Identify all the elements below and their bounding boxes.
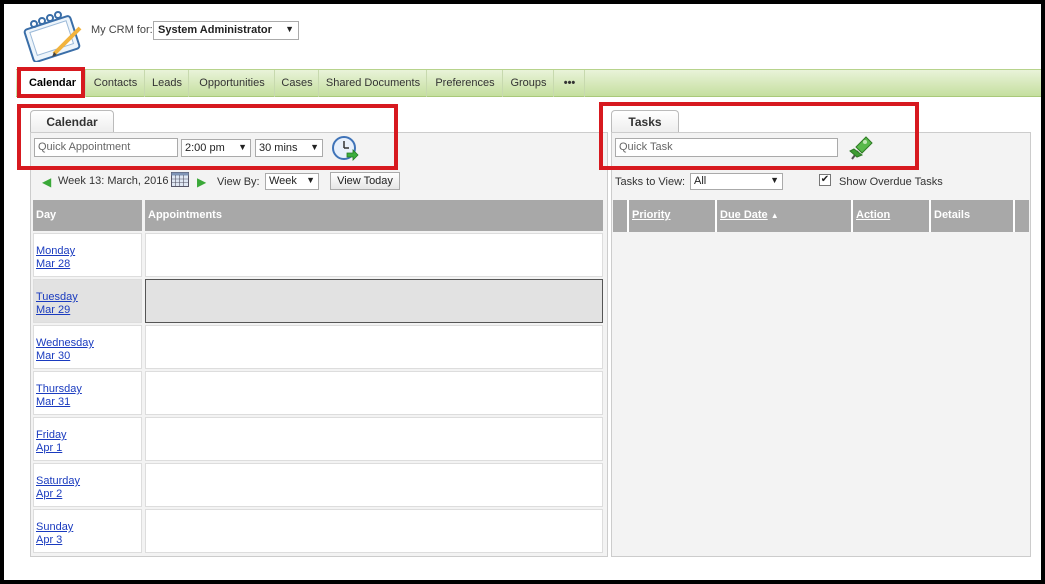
priority-sort-link[interactable]: Priority (632, 209, 671, 221)
appointments-cell[interactable] (145, 325, 603, 369)
appointments-cell[interactable] (145, 417, 603, 461)
day-links: Tuesday Mar 29 (36, 291, 78, 317)
day-date-link[interactable]: Mar 31 (36, 396, 82, 409)
day-name-link[interactable]: Friday (36, 429, 67, 442)
day-links: Monday Mar 28 (36, 245, 75, 271)
crm-for-label: My CRM for: (91, 24, 153, 36)
calendar-day-cell: Monday Mar 28 (33, 233, 142, 277)
tab-opportunities[interactable]: Opportunities (190, 70, 275, 97)
due-date-sort-link[interactable]: Due Date (720, 209, 768, 221)
highlight-calendar-quick-add (17, 104, 398, 170)
appointments-cell[interactable] (145, 279, 603, 323)
next-week-icon[interactable]: ▶ (197, 175, 206, 189)
main-nav: Calendar Contacts Leads Opportunities Ca… (16, 69, 1041, 97)
column-header-appointments: Appointments (145, 200, 603, 231)
day-links: Wednesday Mar 30 (36, 337, 94, 363)
calendar-grid-icon[interactable] (171, 172, 189, 187)
tab-leads[interactable]: Leads (146, 70, 189, 97)
tasks-to-view-label: Tasks to View: (615, 176, 686, 188)
tab-contacts[interactable]: Contacts (87, 70, 145, 97)
appointments-cell[interactable] (145, 371, 603, 415)
chevron-down-icon: ▼ (306, 175, 315, 185)
day-links: Friday Apr 1 (36, 429, 67, 455)
column-header-select (613, 200, 629, 232)
view-by-value: Week (269, 175, 297, 187)
show-overdue-label: Show Overdue Tasks (839, 176, 943, 188)
column-header-details: Details (931, 200, 1015, 232)
day-name-link[interactable]: Wednesday (36, 337, 94, 350)
column-header-action[interactable]: Action (853, 200, 931, 232)
day-name-link[interactable]: Saturday (36, 475, 80, 488)
tab-shared-documents[interactable]: Shared Documents (320, 70, 427, 97)
calendar-day-cell: Thursday Mar 31 (33, 371, 142, 415)
chevron-down-icon: ▼ (285, 24, 294, 34)
appointments-cell[interactable] (145, 233, 603, 277)
user-select[interactable]: System Administrator ▼ (153, 21, 299, 40)
day-date-link[interactable]: Apr 2 (36, 488, 80, 501)
day-date-link[interactable]: Mar 28 (36, 258, 75, 271)
day-date-link[interactable]: Apr 1 (36, 442, 67, 455)
calendar-day-cell: Tuesday Mar 29 (33, 279, 142, 323)
day-name-link[interactable]: Tuesday (36, 291, 78, 304)
appointments-cell[interactable] (145, 463, 603, 507)
crm-window: My CRM for: System Administrator ▼ Calen… (4, 4, 1041, 580)
day-name-link[interactable]: Monday (36, 245, 75, 258)
user-select-value: System Administrator (158, 24, 272, 36)
day-links: Sunday Apr 3 (36, 521, 73, 547)
chevron-down-icon: ▼ (770, 175, 779, 185)
view-by-select[interactable]: Week ▼ (265, 173, 319, 190)
appointments-cell[interactable] (145, 509, 603, 553)
tab-preferences[interactable]: Preferences (428, 70, 503, 97)
view-today-button[interactable]: View Today (330, 172, 400, 190)
day-date-link[interactable]: Apr 3 (36, 534, 73, 547)
day-links: Thursday Mar 31 (36, 383, 82, 409)
calendar-day-cell: Sunday Apr 3 (33, 509, 142, 553)
column-header-due-date[interactable]: Due Date ▲ (717, 200, 853, 232)
tab-groups[interactable]: Groups (504, 70, 554, 97)
view-by-label: View By: (217, 176, 260, 188)
show-overdue-checkbox[interactable]: ✔ (819, 174, 831, 186)
day-date-link[interactable]: Mar 29 (36, 304, 78, 317)
day-name-link[interactable]: Sunday (36, 521, 73, 534)
day-links: Saturday Apr 2 (36, 475, 80, 501)
day-name-link[interactable]: Thursday (36, 383, 82, 396)
tasks-panel (611, 132, 1031, 557)
crm-notebook-logo (20, 10, 92, 63)
week-label: Week 13: March, 2016 (58, 175, 169, 187)
highlight-quick-task (599, 102, 919, 170)
column-header-spacer (1015, 200, 1029, 232)
tasks-to-view-select[interactable]: All ▼ (690, 173, 783, 190)
calendar-day-cell: Saturday Apr 2 (33, 463, 142, 507)
column-header-priority[interactable]: Priority (629, 200, 717, 232)
column-header-day: Day (33, 200, 142, 231)
previous-week-icon[interactable]: ◀ (42, 175, 51, 189)
calendar-day-cell: Friday Apr 1 (33, 417, 142, 461)
tab-cases[interactable]: Cases (276, 70, 319, 97)
calendar-day-cell: Wednesday Mar 30 (33, 325, 142, 369)
tab-more[interactable]: ••• (555, 70, 585, 97)
sort-ascending-icon: ▲ (770, 211, 779, 220)
day-date-link[interactable]: Mar 30 (36, 350, 94, 363)
highlight-calendar-tab (17, 67, 85, 98)
action-sort-link[interactable]: Action (856, 209, 890, 221)
tasks-to-view-value: All (694, 175, 707, 187)
